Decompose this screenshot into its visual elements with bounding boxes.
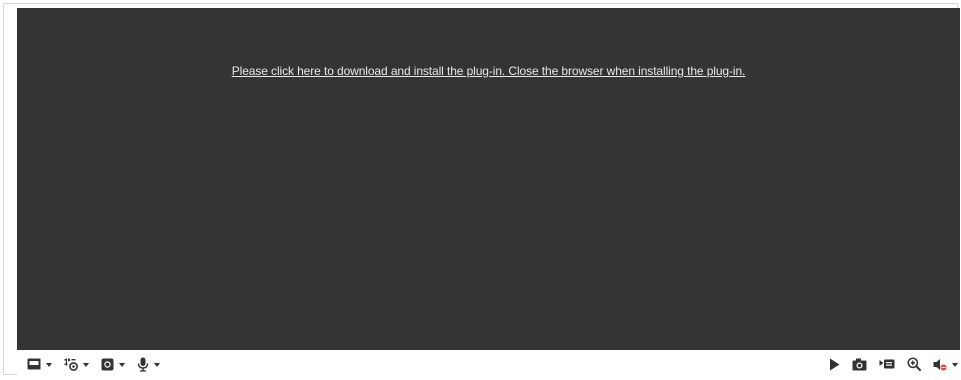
video-preview-button[interactable] [101, 354, 125, 374]
bottom-toolbar [17, 350, 960, 378]
stream-type-icon [64, 358, 78, 371]
toolbar-right-group [817, 350, 958, 378]
camera-capture-icon [852, 358, 867, 371]
window-layout-icon [27, 358, 41, 370]
chevron-down-icon [154, 363, 160, 367]
chevron-down-icon [119, 363, 125, 367]
play-icon [829, 358, 840, 371]
live-view-frame: Please click here to download and instal… [3, 3, 960, 378]
window-layout-button[interactable] [27, 354, 52, 374]
audio-muted-icon [933, 358, 947, 371]
video-area[interactable]: Please click here to download and instal… [17, 8, 960, 350]
record-button[interactable] [879, 354, 895, 374]
chevron-down-icon [46, 363, 52, 367]
chevron-down-icon [952, 363, 958, 367]
chevron-down-icon [83, 363, 89, 367]
stream-type-button[interactable] [64, 354, 89, 374]
zoom-in-button[interactable] [907, 354, 921, 374]
play-button[interactable] [829, 354, 840, 374]
microphone-icon [137, 357, 149, 372]
zoom-in-icon [907, 357, 921, 371]
video-preview-icon [101, 358, 114, 371]
toolbar-left-group [27, 350, 172, 378]
record-icon [879, 358, 895, 370]
microphone-button[interactable] [137, 354, 160, 374]
capture-button[interactable] [852, 354, 867, 374]
audio-button[interactable] [933, 354, 958, 374]
plugin-download-link[interactable]: Please click here to download and instal… [17, 64, 960, 78]
